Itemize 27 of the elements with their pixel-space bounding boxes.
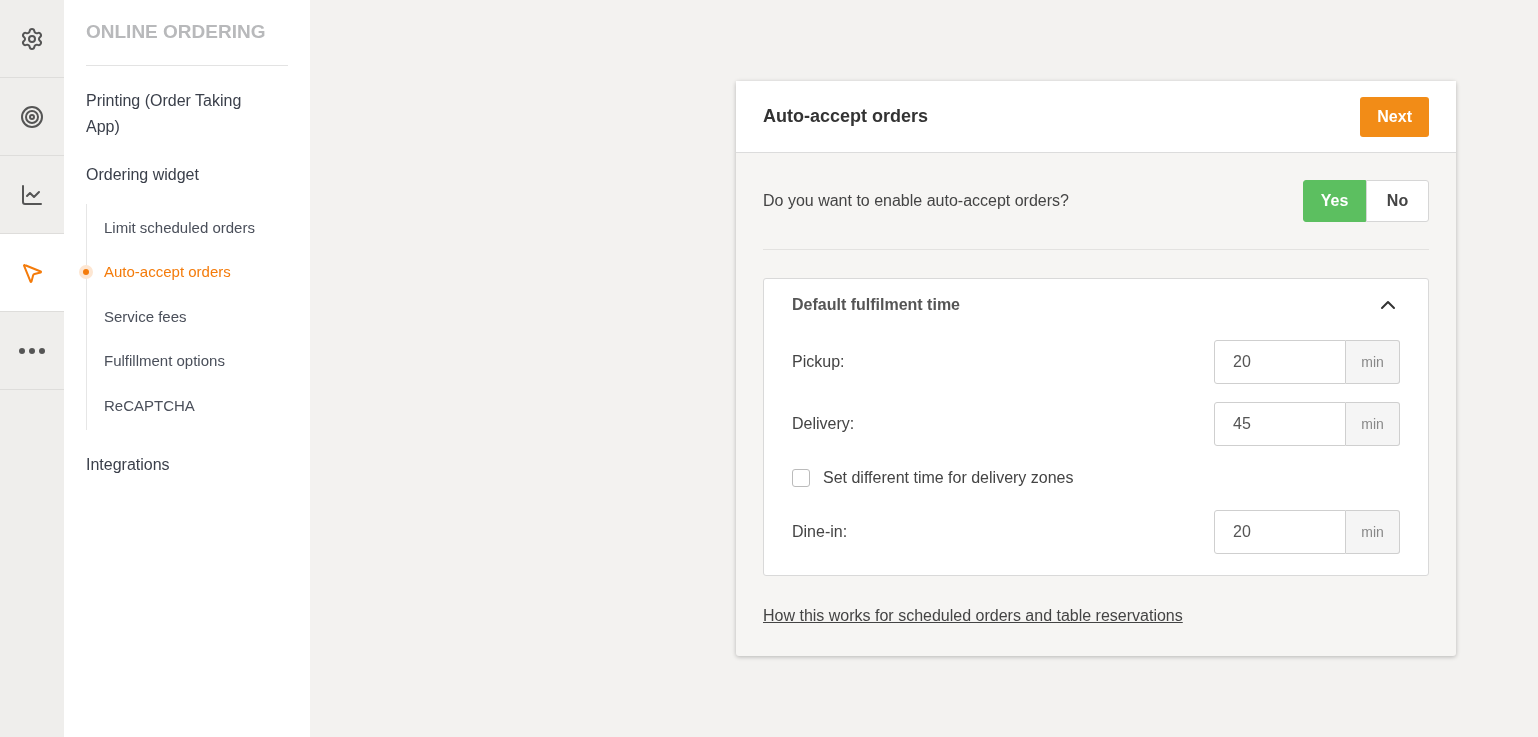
help-link[interactable]: How this works for scheduled orders and table reservations — [763, 607, 1183, 624]
checkbox-label: Set different time for delivery zones — [823, 468, 1074, 488]
sidebar-title: ONLINE ORDERING — [86, 18, 288, 66]
question-text: Do you want to enable auto-accept orders? — [763, 191, 1069, 211]
sidebar-subitem[interactable]: Fulfillment options — [104, 350, 225, 373]
sidebar-subitem[interactable]: Service fees — [104, 305, 187, 328]
minutes-input[interactable]: 20 — [1214, 340, 1346, 384]
minutes-input[interactable]: 20 — [1214, 510, 1346, 554]
minutes-input[interactable]: 45 — [1214, 402, 1346, 446]
sidebar-item[interactable]: Printing (Order Taking App) — [86, 87, 288, 140]
field-label: Delivery: — [792, 414, 855, 434]
checkbox[interactable] — [792, 469, 810, 487]
sidebar-item[interactable]: Ordering widget — [86, 161, 288, 188]
field-label: Pickup: — [792, 352, 845, 372]
sidebar-subitem[interactable]: Limit scheduled orders — [104, 216, 255, 239]
panel-title: Default fulfilment time — [792, 295, 960, 315]
toggle-option[interactable]: No — [1366, 180, 1429, 222]
sidebar-item[interactable]: Integrations — [86, 452, 288, 478]
field-label: Dine-in: — [792, 522, 848, 542]
unit-addon: min — [1346, 402, 1400, 446]
line-chart-icon — [20, 182, 44, 207]
unit-addon: min — [1346, 510, 1400, 554]
target-icon — [20, 104, 44, 129]
unit-addon: min — [1346, 340, 1400, 384]
card-title: Auto-accept orders — [763, 105, 929, 128]
more-icon — [19, 347, 45, 354]
sidebar-subitem[interactable]: ReCAPTCHA — [104, 394, 195, 417]
